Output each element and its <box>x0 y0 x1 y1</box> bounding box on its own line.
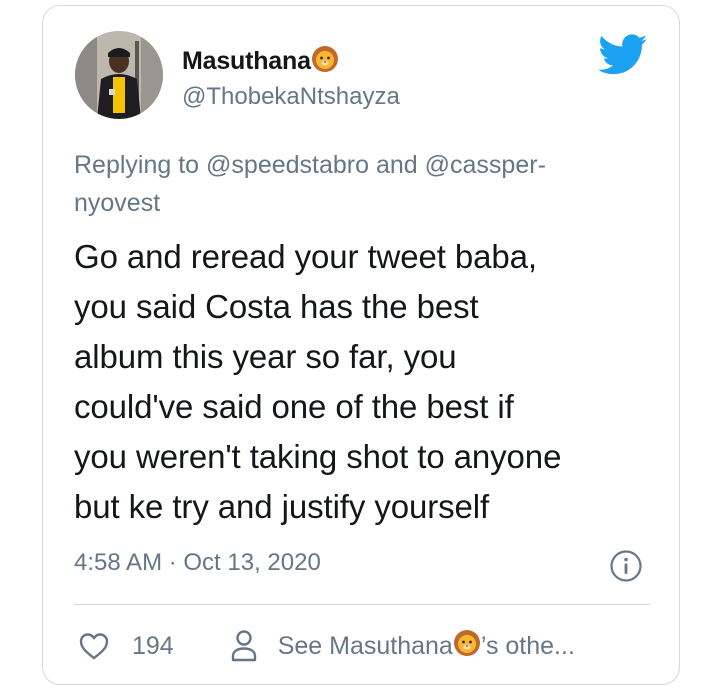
tweet-text-line: you weren't taking shot to anyone <box>74 438 562 475</box>
tweet-text-line: could've said one of the best if <box>74 388 514 425</box>
action-bar: 194 See Masuthana ’s othe... <box>78 626 575 666</box>
display-name-row[interactable]: Masuthana <box>182 44 339 78</box>
divider <box>74 604 650 605</box>
lion-face-emoji <box>311 45 339 78</box>
avatar-photo <box>75 31 163 119</box>
twitter-bird-icon[interactable] <box>598 34 648 76</box>
like-button[interactable]: 194 <box>78 631 174 661</box>
tweet-text-line: but ke try and justify yourself <box>74 488 490 525</box>
info-icon[interactable] <box>609 549 643 583</box>
tweet-card: Masuthana @ThobekaNtshayza Replying to @… <box>42 5 680 685</box>
profile-link-prefix: See Masuthana <box>277 631 453 660</box>
display-name[interactable]: Masuthana <box>182 47 311 76</box>
tweet-text: Go and reread your tweet baba, you said … <box>74 232 664 532</box>
tweet-text-line: you said Costa has the best <box>74 288 479 325</box>
see-profile-link[interactable]: See Masuthana ’s othe... <box>230 629 575 664</box>
lion-face-emoji <box>453 629 481 664</box>
replying-to: Replying to @speedstabro and @cassper­ny… <box>74 146 594 222</box>
user-handle[interactable]: @ThobekaNtshayza <box>182 83 400 111</box>
like-count: 194 <box>132 631 174 660</box>
see-profile-text[interactable]: See Masuthana ’s othe... <box>278 629 575 664</box>
profile-link-suffix: ’s othe... <box>480 631 575 660</box>
heart-icon[interactable] <box>78 631 110 661</box>
replying-and: and <box>375 151 418 179</box>
person-icon <box>231 630 256 662</box>
replying-prefix: Replying to <box>74 151 200 179</box>
avatar[interactable] <box>75 31 163 119</box>
tweet-text-line: Go and reread your tweet baba, <box>74 238 537 275</box>
tweet-timestamp[interactable]: 4:58 AM · Oct 13, 2020 <box>74 549 321 577</box>
tweet-text-line: album this year so far, you <box>74 338 457 375</box>
mention-link[interactable]: @speedstabro <box>206 151 369 179</box>
